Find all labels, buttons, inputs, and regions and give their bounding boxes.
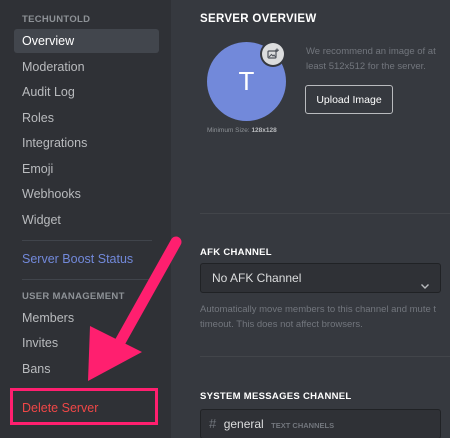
system-channel-select[interactable]: # general TEXT CHANNELS	[200, 409, 441, 438]
sidebar-item-invites[interactable]: Invites	[14, 331, 159, 355]
sidebar-item-delete-server[interactable]: Delete Server	[14, 396, 159, 420]
sidebar-item-emoji[interactable]: Emoji	[14, 157, 159, 181]
system-messages-channel-title: SYSTEM MESSAGES CHANNEL	[200, 391, 352, 402]
section-divider	[200, 213, 450, 214]
afk-channel-select[interactable]: No AFK Channel	[200, 263, 441, 293]
sidebar-divider	[22, 389, 152, 390]
upload-image-button[interactable]: Upload Image	[305, 85, 393, 114]
server-name-header: TECHUNTOLD	[22, 14, 91, 25]
afk-channel-title: AFK CHANNEL	[200, 247, 272, 258]
sidebar-item-widget[interactable]: Widget	[14, 208, 159, 232]
avatar-letter: T	[238, 66, 255, 96]
settings-sidebar: TECHUNTOLD Overview Moderation Audit Log…	[0, 0, 171, 438]
sidebar-item-members[interactable]: Members	[14, 306, 159, 330]
user-management-header: USER MANAGEMENT	[22, 291, 125, 302]
sidebar-item-integrations[interactable]: Integrations	[14, 131, 159, 155]
afk-help-line: timeout. This does not affect browsers.	[200, 319, 363, 330]
page-title: SERVER OVERVIEW	[200, 13, 317, 25]
sidebar-item-overview[interactable]: Overview	[14, 29, 159, 53]
settings-content: SERVER OVERVIEW T Minimum Size: 128x128 …	[171, 0, 450, 438]
channel-category: TEXT CHANNELS	[271, 421, 335, 430]
min-size-note: Minimum Size: 128x128	[207, 127, 277, 134]
channel-name: general	[223, 417, 264, 431]
sidebar-item-bans[interactable]: Bans	[14, 357, 159, 381]
sidebar-item-audit-log[interactable]: Audit Log	[14, 80, 159, 104]
min-size-value: 128x128	[251, 127, 277, 134]
section-divider	[200, 356, 450, 357]
image-add-icon[interactable]	[262, 43, 284, 65]
sidebar-item-roles[interactable]: Roles	[14, 106, 159, 130]
sidebar-item-webhooks[interactable]: Webhooks	[14, 182, 159, 206]
sidebar-item-moderation[interactable]: Moderation	[14, 55, 159, 79]
hash-icon: #	[209, 416, 217, 431]
afk-channel-value: No AFK Channel	[212, 271, 302, 285]
server-settings-window: TECHUNTOLD Overview Moderation Audit Log…	[0, 0, 450, 438]
image-recommendation-text: We recommend an image of at least 512x51…	[306, 46, 436, 72]
sidebar-divider	[22, 279, 152, 280]
sidebar-divider	[22, 240, 152, 241]
sidebar-item-server-boost-status[interactable]: Server Boost Status	[14, 247, 159, 271]
chevron-down-icon	[420, 273, 430, 301]
afk-help-line: Automatically move members to this chann…	[200, 304, 437, 315]
afk-help-text: Automatically move members to this chann…	[200, 302, 450, 332]
min-size-label: Minimum Size:	[207, 127, 250, 134]
